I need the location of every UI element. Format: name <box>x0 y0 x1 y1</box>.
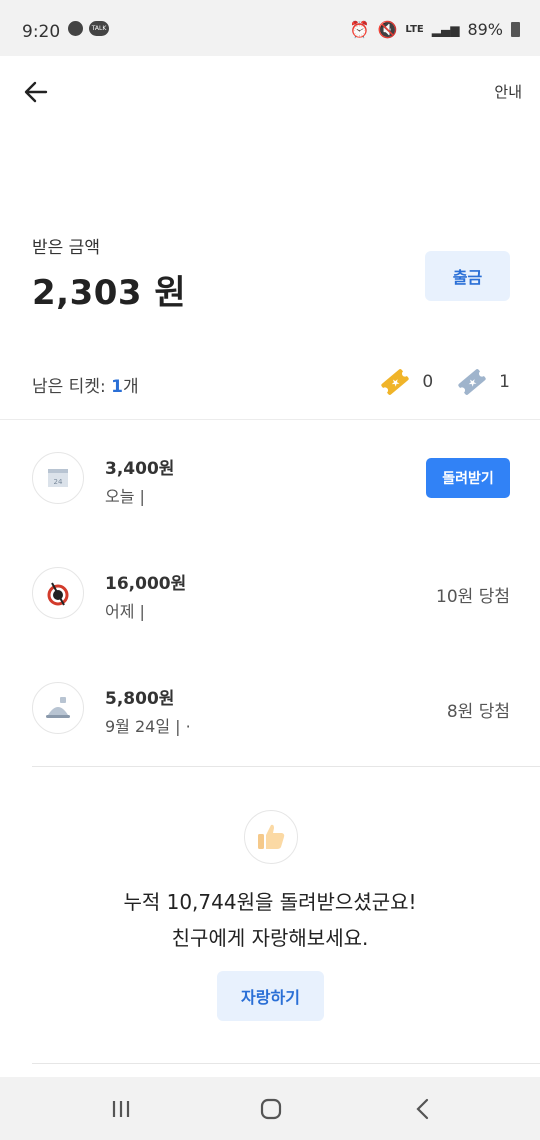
info-link[interactable]: 안내 <box>494 81 522 102</box>
reward-result: 10원 당첨 <box>436 587 510 607</box>
battery-icon <box>511 22 520 37</box>
transaction-amount: 3,400원 <box>105 459 175 479</box>
kakaotalk-icon: TALK <box>89 21 109 36</box>
transaction-date: 9월 24일 | · <box>105 717 191 736</box>
transaction-amount: 16,000원 <box>105 574 187 594</box>
reward-result: 8원 당첨 <box>446 702 510 722</box>
tickets-unit: 개 <box>122 377 139 397</box>
chat-bubble-icon <box>68 21 83 36</box>
list-item[interactable]: 24 3,400원 오늘 | 돌려받기 <box>0 440 540 530</box>
summary-message: 누적 10,744원을 돌려받으셨군요! <box>123 890 417 914</box>
app-header: 안내 <box>0 56 540 126</box>
gold-ticket-icon: ★ <box>381 369 409 395</box>
system-nav-bar <box>0 1077 540 1140</box>
list-item[interactable]: 5,800원 9월 24일 | · 8원 당첨 <box>0 670 540 760</box>
claim-back-button[interactable]: 돌려받기 <box>426 458 510 498</box>
status-bar: 9:20 TALK ⏰ 🔇 LTE ▂▄▆ 89% <box>0 0 540 56</box>
divider <box>32 1063 540 1064</box>
tickets-count: 1 <box>111 377 123 397</box>
alarm-icon: ⏰ <box>349 20 370 39</box>
silver-ticket-item[interactable]: ★ 1 <box>455 365 510 399</box>
silver-ticket-icon: ★ <box>458 369 486 395</box>
mute-icon: 🔇 <box>377 20 398 39</box>
divider <box>32 766 540 767</box>
thumbs-up-icon <box>244 810 298 864</box>
battery-level: 89% <box>467 20 503 39</box>
back-nav-icon[interactable] <box>408 1097 438 1121</box>
restaurant-logo-icon <box>32 567 84 619</box>
tickets-label: 남은 티켓: <box>32 377 112 397</box>
withdraw-button[interactable]: 출금 <box>425 251 510 301</box>
status-time: 9:20 <box>22 22 61 42</box>
food-delivery-icon <box>32 682 84 734</box>
divider <box>0 419 540 420</box>
recent-apps-icon[interactable] <box>106 1097 136 1121</box>
home-icon[interactable] <box>256 1097 286 1121</box>
silver-ticket-count: 1 <box>499 372 510 392</box>
gold-ticket-count: 0 <box>422 372 434 392</box>
summary-subtext: 친구에게 자랑해보세요. <box>171 926 369 950</box>
share-button[interactable]: 자랑하기 <box>217 971 324 1021</box>
transaction-date: 오늘 | <box>105 487 145 506</box>
transaction-amount: 5,800원 <box>105 689 175 709</box>
remaining-tickets: 남은 티켓: 1개 <box>32 372 139 397</box>
system-icons: ⏰ 🔇 LTE ▂▄▆ 89% <box>350 20 520 39</box>
convenience-store-icon: 24 <box>32 452 84 504</box>
svg-text:24: 24 <box>54 478 63 486</box>
ticket-counts: ★ 0 ★ 1 <box>378 365 510 399</box>
gold-ticket-item[interactable]: ★ 0 <box>378 365 433 399</box>
transaction-date: 어제 | <box>105 602 145 621</box>
signal-icon: ▂▄▆ <box>431 22 460 37</box>
balance-amount: 2,303 원 <box>32 273 187 313</box>
list-item[interactable]: 16,000원 어제 | 10원 당첨 <box>0 555 540 645</box>
network-type: LTE <box>405 24 424 35</box>
notification-icons: TALK <box>68 21 109 36</box>
back-arrow-icon[interactable] <box>22 78 50 106</box>
balance-label: 받은 금액 <box>32 238 100 258</box>
